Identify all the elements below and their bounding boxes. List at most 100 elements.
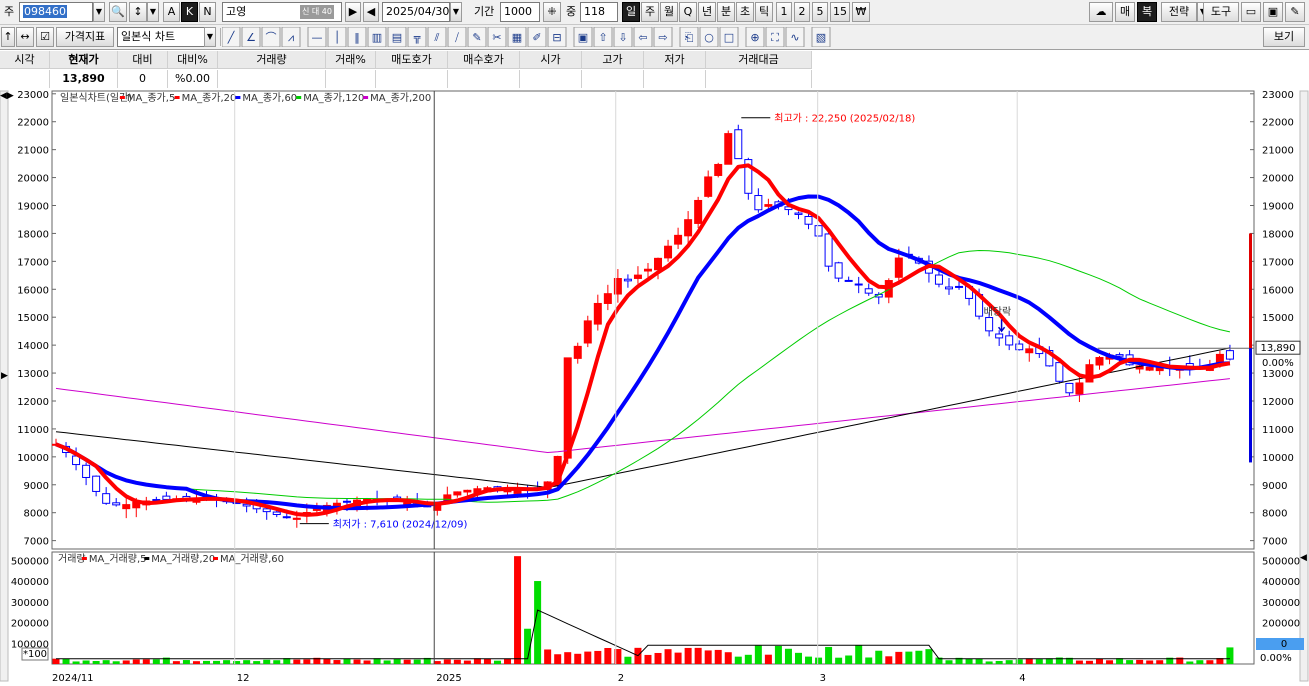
draw-tool-glyph: ⧸ — [455, 31, 459, 44]
right-panel-toggle-icon[interactable]: ◀ — [1300, 553, 1307, 563]
period-button-week[interactable]: 주 — [641, 2, 659, 22]
interval-button-2[interactable]: 2 — [794, 2, 810, 22]
volume-bar — [303, 659, 311, 664]
drawing-tools-icon-strip[interactable]: ╱ ∠ ⌒ ⩘ — │ ‖ ▥ ▤ ╦ ⫽ ⧸ ✎ ✂ ▦ ✐ ⊟ ▣ ⇧ ⇩ ⇦ ⇨ ⎗ ○ □ ⊕ ⛶ ∿ ▧ — [222, 27, 912, 47]
volume-bar — [363, 660, 371, 664]
currency-button[interactable]: ₩ — [852, 2, 870, 22]
info-value — [0, 70, 50, 88]
period-button-second[interactable]: 초 — [736, 2, 754, 22]
info-header: 현재가 — [50, 51, 118, 69]
volume-bar — [453, 659, 461, 664]
cloud-icon[interactable]: ☁ — [1089, 2, 1113, 22]
count-input[interactable]: 118 — [580, 2, 618, 22]
right-button-buy[interactable]: 매 — [1115, 2, 1135, 22]
candle-body — [944, 286, 953, 290]
stock-code-input[interactable]: 098460 — [19, 2, 93, 22]
case-button-a[interactable]: A — [163, 2, 180, 22]
price-chart[interactable]: ◀▶ ▶ ◀ 23000 23000 22000 22000 21000 21000 20000 2… — [0, 88, 1309, 686]
date-dropdown[interactable]: ▼ — [450, 2, 462, 22]
range-bar-down — [1249, 348, 1252, 463]
settings-icon[interactable]: ✎ — [1285, 2, 1305, 22]
info-value — [218, 70, 326, 88]
x-axis-label: 12 — [237, 673, 250, 684]
case-button-n[interactable]: N — [199, 2, 216, 22]
volume-bar — [714, 649, 722, 664]
candle-body — [162, 495, 171, 500]
left-panel-toggle-icon[interactable]: ▶ — [1, 371, 8, 381]
scroll-up-icon[interactable]: ↑ — [1, 27, 15, 47]
tools-button[interactable]: 도구 — [1203, 2, 1239, 22]
period-input[interactable]: 1000 — [500, 2, 540, 22]
view-button[interactable]: 보기 — [1263, 27, 1305, 47]
volume-bar — [1206, 660, 1214, 664]
search-icon[interactable]: 🔍 — [109, 2, 127, 22]
candle-body — [714, 163, 723, 176]
candle-body — [664, 245, 673, 259]
price-legend-item: MA_종가,200 — [370, 92, 431, 104]
volume-bar — [203, 660, 211, 664]
edit-icon[interactable]: ☑ — [36, 27, 54, 47]
case-button-k[interactable]: K — [181, 2, 198, 22]
date-input[interactable]: 2025/04/30 — [382, 2, 450, 22]
expand-horizontal-icon[interactable]: ↔ — [16, 27, 34, 47]
chart-type-select[interactable]: 일본식 차트 — [117, 27, 205, 47]
volume-tick-label-left: 200000 — [11, 619, 49, 630]
info-value — [326, 70, 376, 88]
strategy-button[interactable]: 전략 — [1161, 2, 1197, 22]
period-button-day[interactable]: 일 — [622, 2, 640, 22]
candle-body — [623, 278, 632, 282]
candle-body — [734, 129, 743, 160]
price-tick-label-left: 14000 — [17, 341, 49, 352]
interval-button-1[interactable]: 1 — [776, 2, 792, 22]
legend-swatch — [174, 96, 180, 99]
volume-bar — [504, 658, 512, 664]
price-tick-label-left: 7000 — [24, 537, 49, 548]
right-scrollbar[interactable] — [1299, 90, 1309, 682]
sort-icon[interactable]: ↕ — [129, 2, 147, 22]
folder-icon[interactable]: ▭ — [1241, 2, 1261, 22]
volume-bar — [1136, 659, 1144, 664]
volume-tick-label-left: 500000 — [11, 556, 49, 567]
info-header: 매수호가 — [448, 51, 520, 69]
indicator-button[interactable]: 가격지표 — [56, 27, 114, 47]
volume-legend-item: 거래량 — [58, 553, 86, 565]
volume-bar — [353, 659, 361, 664]
info-header: 시각 — [0, 51, 50, 69]
period-button-year[interactable]: 년 — [698, 2, 716, 22]
sort-dropdown[interactable]: ▼ — [147, 2, 159, 22]
candle-body — [674, 234, 683, 245]
chart-type-dropdown[interactable]: ▼ — [204, 27, 216, 47]
period-button-tick[interactable]: 틱 — [755, 2, 773, 22]
prev-arrow-icon[interactable]: ◀ — [363, 2, 379, 22]
x-axis-label: 2 — [618, 673, 624, 684]
candle-body — [955, 285, 964, 288]
grid-icon[interactable]: ⁜ — [543, 2, 561, 22]
candle-body — [834, 262, 843, 279]
x-axis-label: 2024/11 — [52, 673, 94, 684]
info-header: 대비% — [168, 51, 218, 69]
draw-tool-glyph: — — [312, 31, 323, 44]
right-button-multi[interactable]: 복 — [1137, 2, 1157, 22]
volume-bar — [52, 658, 60, 664]
period-button-minute[interactable]: 분 — [717, 2, 735, 22]
interval-button-5[interactable]: 5 — [812, 2, 828, 22]
volume-change-label: 0.00% — [1260, 653, 1292, 664]
volume-bar — [383, 660, 391, 664]
volume-bar — [644, 654, 652, 664]
left-scrollbar[interactable] — [0, 90, 9, 682]
volume-bar — [664, 649, 672, 664]
price-tick-label-right: 8000 — [1262, 509, 1287, 520]
next-arrow-icon[interactable]: ▶ — [345, 2, 361, 22]
volume-tick-label-left: 300000 — [11, 598, 49, 609]
volume-bar — [463, 660, 471, 664]
period-button-quarter[interactable]: Q — [679, 2, 697, 22]
expand-arrows-icon[interactable]: ◀▶ — [0, 91, 14, 101]
interval-button-15[interactable]: 15 — [830, 2, 850, 22]
save-icon[interactable]: ▣ — [1263, 2, 1283, 22]
candle-body — [593, 302, 602, 325]
info-header: 시가 — [520, 51, 582, 69]
stock-code-dropdown[interactable]: ▼ — [93, 2, 105, 22]
candle-body — [633, 274, 642, 279]
period-button-month[interactable]: 월 — [660, 2, 678, 22]
candle-body — [704, 176, 713, 197]
